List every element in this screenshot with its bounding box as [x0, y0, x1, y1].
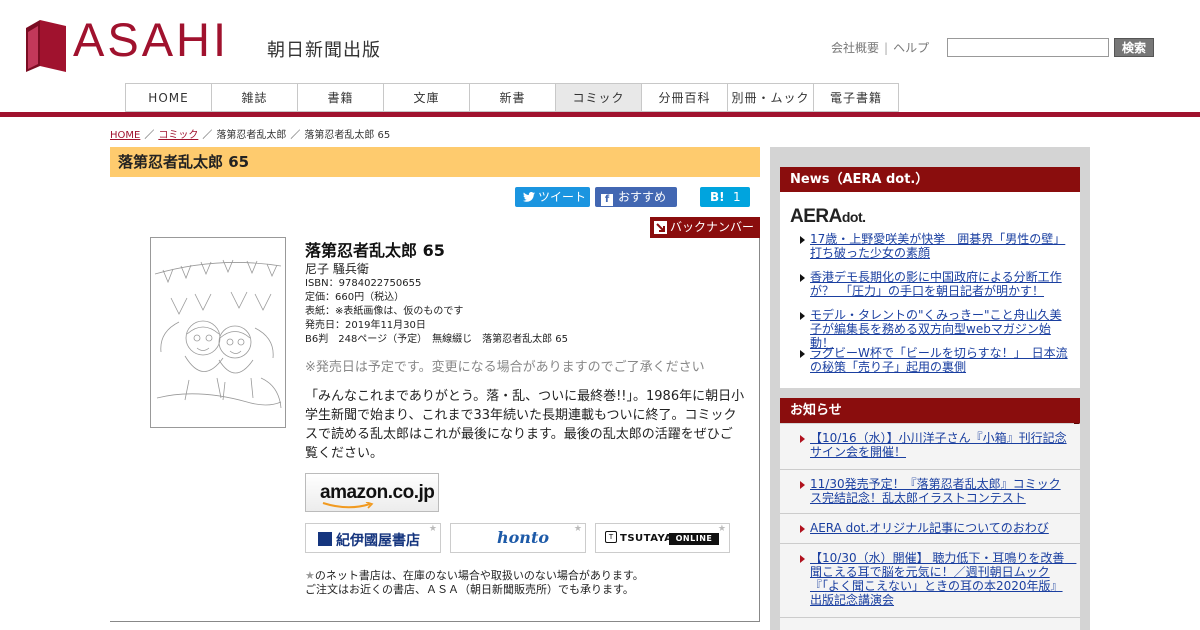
- aera-dot-logo[interactable]: AERAdot.: [790, 206, 866, 228]
- logo-subtitle: 朝日新聞出版: [267, 40, 381, 61]
- product-title: 落第忍者乱太郎 65: [305, 241, 445, 260]
- asahi-book-logo-icon[interactable]: [26, 20, 66, 72]
- kinokuniya-logo-icon: [318, 532, 332, 546]
- star-icon: ★: [717, 524, 726, 534]
- bullet-arrow-icon: [800, 555, 805, 563]
- company-link[interactable]: 会社概要: [831, 41, 879, 55]
- nav-bunko[interactable]: 文庫: [383, 83, 469, 112]
- bullet-arrow-icon: [800, 312, 805, 320]
- tsutaya-online-label: ONLINE: [669, 533, 719, 545]
- utility-links: 会社概要 | ヘルプ: [831, 39, 929, 56]
- cover-illustration: [154, 259, 282, 409]
- notice-item[interactable]: AERA dot.オリジナル記事についてのおわび: [780, 514, 1080, 544]
- back-number-label: バックナンバー: [670, 220, 755, 234]
- notice-item-text: 11/30発売予定！『落第忍者乱太郎』コミックス完結記念！乱太郎イラストコンテス…: [810, 477, 1061, 505]
- nav-home[interactable]: HOME: [125, 83, 211, 112]
- facebook-icon: f: [601, 194, 613, 206]
- book-cover-image[interactable]: [150, 237, 286, 428]
- breadcrumb: HOME ／コミック／落第忍者乱太郎／落第忍者乱太郎 65: [110, 130, 391, 141]
- product-release-date: 発売日：2019年11月30日: [305, 320, 426, 331]
- page-title: 落第忍者乱太郎 65: [110, 147, 760, 177]
- kinokuniya-store-button[interactable]: 紀伊國屋書店 ★: [305, 523, 441, 553]
- search-button[interactable]: 検索: [1114, 38, 1154, 57]
- star-icon: ★: [573, 524, 582, 534]
- aera-dot-text: dot.: [841, 209, 866, 225]
- amazon-store-button[interactable]: amazon.co.jp: [305, 473, 439, 512]
- hatena-count: 1: [732, 190, 741, 204]
- bullet-arrow-icon: [800, 236, 805, 244]
- search-input[interactable]: [947, 38, 1109, 57]
- store-note: ★のネット書店は、在庫のない場合や取扱いのない場合があります。 ご注文はお近くの…: [305, 569, 644, 597]
- product-format: B6判 248ページ（予定） 無線綴じ 落第忍者乱太郎 65: [305, 334, 569, 345]
- bullet-arrow-icon: [800, 481, 805, 489]
- nav-books[interactable]: 書籍: [297, 83, 383, 112]
- amazon-logo-text: amazon.co.jp: [320, 482, 435, 503]
- aera-logo-text: AERA: [790, 206, 842, 227]
- news-item[interactable]: 17歳・上野愛咲美が快挙 囲碁界「男性の壁」打ち破った少女の素顔: [810, 232, 1072, 260]
- nav-magazine[interactable]: 雑誌: [211, 83, 297, 112]
- breadcrumb-comic[interactable]: コミック: [158, 130, 198, 141]
- nav-comic[interactable]: コミック: [555, 83, 641, 112]
- notice-item-text: AERA dot.オリジナル記事についてのおわび: [810, 521, 1049, 535]
- bullet-arrow-icon: [800, 274, 805, 282]
- tweet-label: ツイート: [538, 190, 587, 204]
- notice-item-text: 【10/16（水）】小川洋子さん『小箱』刊行記念サイン会を開催！: [810, 431, 1067, 459]
- twitter-bird-icon: [523, 192, 535, 202]
- tweet-button[interactable]: ツイート: [515, 187, 590, 207]
- arrow-down-right-icon: [654, 221, 667, 234]
- main-nav: HOME 雑誌 書籍 文庫 新書 コミック 分冊百科 別冊・ムック 電子書籍: [125, 83, 899, 112]
- news-item[interactable]: ラグビーW杯で「ビールを切らすな！」 日本流の秘策「売り子」起用の裏側: [810, 346, 1072, 374]
- divider: |: [884, 41, 889, 55]
- bullet-arrow-icon: [800, 525, 805, 533]
- kinokuniya-label: 紀伊國屋書店: [336, 533, 420, 549]
- notice-item[interactable]: 【10/16（水）】小川洋子さん『小箱』刊行記念サイン会を開催！: [780, 424, 1080, 470]
- news-heading: News（AERA dot.）: [780, 167, 1080, 197]
- product-description: 「みんなこれまでありがとう。落・乱、ついに最終巻!!」。1986年に朝日小学生新…: [305, 389, 745, 461]
- header-divider: [0, 112, 1200, 117]
- hatena-icon: B!: [710, 190, 725, 204]
- star-icon: ★: [305, 569, 315, 582]
- nav-ebooks[interactable]: 電子書籍: [813, 83, 899, 112]
- product-isbn: ISBN：9784022750655: [305, 278, 422, 289]
- breadcrumb-series: 落第忍者乱太郎: [216, 130, 287, 141]
- store-note-line1: のネット書店は、在庫のない場合や取扱いのない場合があります。: [314, 569, 644, 582]
- tsutaya-logo-icon: T: [605, 531, 617, 543]
- bullet-arrow-icon: [800, 350, 805, 358]
- nav-mook[interactable]: 別冊・ムック: [727, 83, 813, 112]
- star-icon: ★: [428, 524, 437, 534]
- breadcrumb-current: 落第忍者乱太郎 65: [304, 130, 391, 141]
- tsutaya-store-button[interactable]: T TSUTAYA ONLINE ★: [595, 523, 730, 553]
- notice-item[interactable]: 11/30発売予定！『落第忍者乱太郎』コミックス完結記念！乱太郎イラストコンテス…: [780, 470, 1080, 514]
- notice-item[interactable]: [780, 618, 1080, 630]
- help-link[interactable]: ヘルプ: [893, 41, 929, 55]
- logo-text[interactable]: ASAHI: [73, 16, 229, 63]
- notice-heading: お知らせ: [780, 398, 1080, 428]
- tsutaya-label: TSUTAYA: [620, 533, 673, 544]
- notice-item-text: 【10/30（水）開催】 聴力低下・耳鳴りを改善 聞こえる耳で脳を元気に！／週刊…: [810, 551, 1077, 607]
- nav-shinsho[interactable]: 新書: [469, 83, 555, 112]
- bullet-arrow-icon: [800, 435, 805, 443]
- amazon-smile-icon: [322, 502, 374, 509]
- back-number-button[interactable]: バックナンバー: [650, 217, 760, 238]
- product-author: 尼子 騒兵衛: [305, 262, 369, 276]
- product-details: ISBN：9784022750655 定価：660円（税込） 表紙：※表紙画像は…: [305, 277, 568, 347]
- news-item[interactable]: 香港デモ長期化の影に中国政府による分断工作が？ 「圧力」の手口を朝日記者が明かす…: [810, 270, 1072, 298]
- news-item[interactable]: モデル・タレントの"くみっきー"こと舟山久美子が編集長を務める双方向型webマガ…: [810, 308, 1072, 350]
- honto-label: honto: [497, 528, 549, 547]
- site-header: ASAHI 朝日新聞出版 会社概要 | ヘルプ 検索: [0, 0, 1200, 84]
- fb-label: おすすめ: [618, 190, 667, 204]
- store-note-line2: ご注文はお近くの書店、ＡＳＡ（朝日新聞販売所）でも承ります。: [305, 583, 634, 596]
- product-cover-note: 表紙：※表紙画像は、仮のものです: [305, 306, 464, 317]
- product-price: 定価：660円（税込）: [305, 292, 405, 303]
- breadcrumb-home[interactable]: HOME: [110, 130, 140, 141]
- release-note: ※発売日は予定です。変更になる場合がありますのでご了承ください: [305, 360, 705, 375]
- honto-store-button[interactable]: honto ★: [450, 523, 586, 553]
- nav-partwork[interactable]: 分冊百科: [641, 83, 727, 112]
- facebook-recommend-button[interactable]: f おすすめ 0: [595, 187, 677, 224]
- hatena-bookmark-button[interactable]: B! 1: [700, 187, 750, 207]
- notice-item[interactable]: 【10/30（水）開催】 聴力低下・耳鳴りを改善 聞こえる耳で脳を元気に！／週刊…: [780, 544, 1080, 618]
